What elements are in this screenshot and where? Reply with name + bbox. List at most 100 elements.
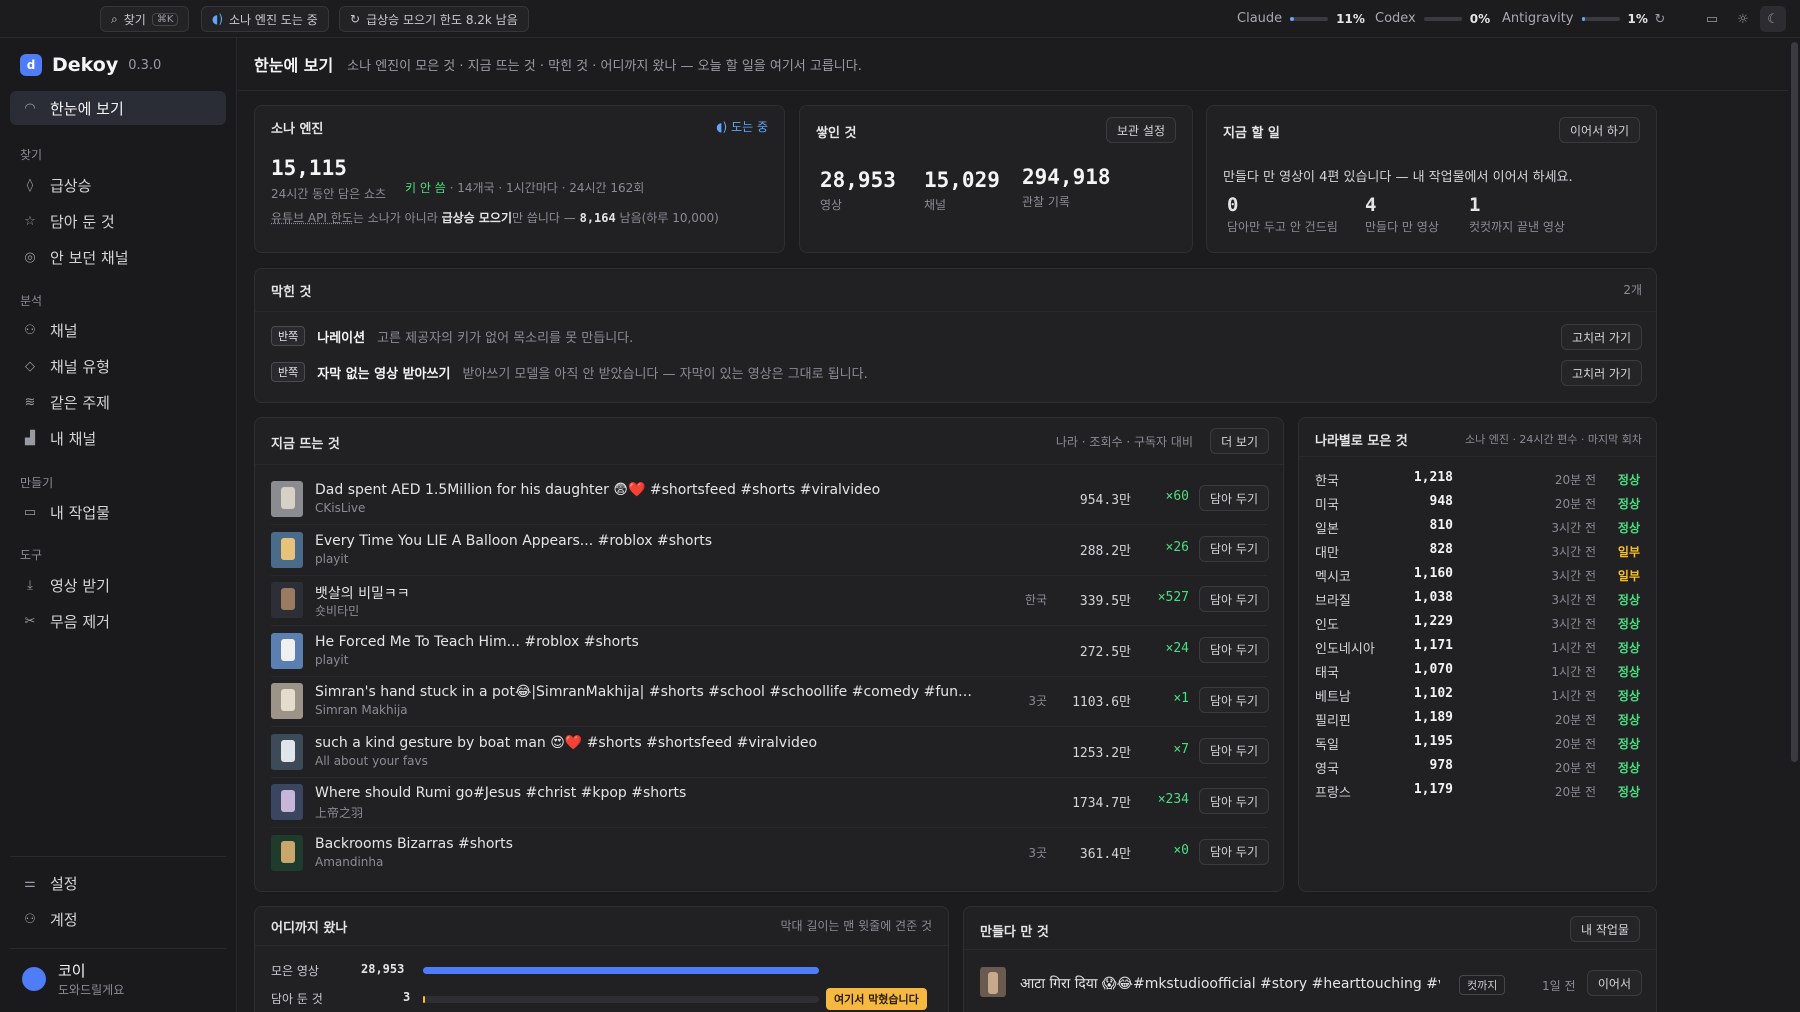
download-icon: ⤓ <box>27 577 33 593</box>
progress-hint: 막대 길이는 맨 윗줄에 견준 것 <box>780 919 932 933</box>
sidebar-item-saved[interactable]: ☆ 담아 둔 것 <box>10 204 226 238</box>
search-shortcut: ⌘K <box>151 12 179 26</box>
refresh-usage-icon[interactable]: ↻ <box>1650 9 1670 29</box>
sonar-status-label: 도는 중 <box>731 120 768 134</box>
wip-card: 만들다 만 것 내 작업물 आटा गिरा दिया 😱😂#mkstudioo… <box>963 906 1657 1012</box>
trending-row[interactable]: 뱃살의 비밀ㅋㅋ 숏비타민 한국 339.5만 ×527 담아 두기 <box>255 575 1283 626</box>
trending-row[interactable]: Every Time You LIE A Balloon Appears... … <box>255 525 1283 576</box>
wip-title[interactable]: आटा गिरा दिया 😱😂#mkstudioofficial #story… <box>1020 974 1440 993</box>
video-channel[interactable]: 숏비타민 <box>315 602 359 619</box>
save-button[interactable]: 담아 두기 <box>1199 838 1269 865</box>
sidebar-item-my-channel[interactable]: ▟ 내 채널 <box>10 421 226 455</box>
blocked-desc: 고른 제공자의 키가 없어 목소리를 못 만듭니다. <box>377 330 634 346</box>
video-thumbnail <box>271 531 303 568</box>
save-button[interactable]: 담아 두기 <box>1199 535 1269 562</box>
video-views: 1734.7만 <box>1072 796 1131 811</box>
trending-row[interactable]: Dad spent AED 1.5Million for his daughte… <box>255 474 1283 525</box>
sidebar-item-home[interactable]: ◠ 한눈에 보기 <box>10 91 226 125</box>
todo-stat-unfinished: 4 만들다 만 영상 <box>1365 194 1439 235</box>
country-status: 정상 <box>1617 689 1640 703</box>
video-channel[interactable]: playit <box>315 653 348 667</box>
more-button[interactable]: 더 보기 <box>1210 428 1269 454</box>
monitor-icon[interactable]: ▭ <box>1702 9 1722 29</box>
scrollbar[interactable] <box>1789 38 1800 1012</box>
sidebar-item-silence-remove[interactable]: ✂ 무음 제거 <box>10 604 226 638</box>
sonar-status[interactable]: ◖) 도는 중 <box>716 118 768 135</box>
video-country: 3곳 <box>1028 845 1047 860</box>
country-count: 828 <box>1429 542 1453 557</box>
country-name: 태국 <box>1315 666 1339 681</box>
country-row: 한국 1,218 20분 전 정상 <box>1299 468 1656 490</box>
video-channel[interactable]: playit <box>315 552 348 566</box>
sidebar-item-account[interactable]: ⚇ 계정 <box>10 902 226 936</box>
trending-row[interactable]: Where should Rumi go#Jesus #christ #kpop… <box>255 777 1283 828</box>
country-ago: 1시간 전 <box>1551 641 1596 655</box>
engine-status-label: 소나 엔진 도는 중 <box>229 12 318 27</box>
country-status: 정상 <box>1617 473 1640 487</box>
stat-channels: 15,029 채널 <box>924 168 1000 213</box>
video-title[interactable]: such a kind gesture by boat man 😍❤️ #sho… <box>315 735 817 751</box>
key-status: 키 안 씀 <box>405 181 446 195</box>
usage-bar <box>1581 16 1620 21</box>
video-title[interactable]: He Forced Me To Teach Him... #roblox #sh… <box>315 634 639 650</box>
search-button[interactable]: ⌕ 찾기 ⌘K <box>100 6 190 32</box>
todo-stat-untouched: 0 담아만 두고 안 건드림 <box>1227 194 1338 235</box>
save-button[interactable]: 담아 두기 <box>1199 687 1269 713</box>
sidebar-item-my-work[interactable]: ▭ 내 작업물 <box>10 495 226 529</box>
sidebar-item-settings[interactable]: ⚌ 설정 <box>10 866 226 900</box>
video-ratio: ×60 <box>1165 489 1189 504</box>
save-button[interactable]: 담아 두기 <box>1199 485 1269 511</box>
video-ratio: ×527 <box>1157 590 1189 605</box>
trending-row[interactable]: He Forced Me To Teach Him... #roblox #sh… <box>255 626 1283 677</box>
thumb-subject <box>281 840 295 863</box>
trending-row[interactable]: such a kind gesture by boat man 😍❤️ #sho… <box>255 727 1283 778</box>
moon-icon[interactable]: ☾ <box>1760 6 1786 32</box>
save-button[interactable]: 담아 두기 <box>1199 586 1269 612</box>
storage-settings-button[interactable]: 보관 설정 <box>1106 117 1176 143</box>
country-name: 독일 <box>1315 738 1339 753</box>
engine-status-button[interactable]: ◖) 소나 엔진 도는 중 <box>201 6 329 32</box>
trending-row[interactable]: Backrooms Bizarras #shorts Amandinha 3곳 361… <box>255 828 1283 878</box>
video-title[interactable]: Where should Rumi go#Jesus #christ #kpop… <box>315 785 686 801</box>
sidebar-item-trending[interactable]: ◊ 급상승 <box>10 168 226 202</box>
user-profile[interactable]: 코이 도와드릴게요 <box>22 960 124 998</box>
progress-track <box>423 967 819 974</box>
stat-videos: 28,953 영상 <box>820 168 896 213</box>
countries-hint: 소나 엔진 · 24시간 편수 · 마지막 회차 <box>1464 433 1642 446</box>
video-title[interactable]: 뱃살의 비밀ㅋㅋ <box>315 583 410 603</box>
video-channel[interactable]: CKisLive <box>315 501 365 515</box>
video-channel[interactable]: All about your favs <box>315 754 428 768</box>
save-button[interactable]: 담아 두기 <box>1199 636 1269 663</box>
sun-icon[interactable]: ☼ <box>1733 9 1753 29</box>
video-title[interactable]: Backrooms Bizarras #shorts <box>315 836 513 852</box>
video-title[interactable]: Dad spent AED 1.5Million for his daughte… <box>315 482 880 498</box>
sidebar-item-download[interactable]: ⤓ 영상 받기 <box>10 568 226 602</box>
video-title[interactable]: Every Time You LIE A Balloon Appears... … <box>315 533 712 549</box>
video-channel[interactable]: 上帝之羽 <box>315 804 363 821</box>
video-title[interactable]: Simran's hand stuck in a pot😂|SimranMakh… <box>315 684 975 700</box>
video-channel[interactable]: Amandinha <box>315 855 383 869</box>
video-thumbnail <box>271 481 303 517</box>
sonar-meta: 키 안 씀 · 14개국 · 1시간마다 · 24시간 162회 <box>405 179 644 196</box>
note-prefix[interactable]: 유튜브 API 한도 <box>271 211 353 225</box>
save-button[interactable]: 담아 두기 <box>1199 788 1269 814</box>
quota-button[interactable]: ↻ 급상승 모으기 한도 8.2k 남음 <box>339 6 529 32</box>
resume-button[interactable]: 이어서 <box>1586 970 1642 996</box>
sidebar-item-channel-types[interactable]: ◇ 채널 유형 <box>10 349 226 383</box>
scrollbar-thumb[interactable] <box>1791 42 1798 762</box>
sidebar-item-same-topic[interactable]: ≋ 같은 주제 <box>10 385 226 419</box>
fix-button[interactable]: 고치러 가기 <box>1560 324 1642 350</box>
sidebar-item-label: 무음 제거 <box>50 612 110 631</box>
country-status: 정상 <box>1617 785 1640 799</box>
save-button[interactable]: 담아 두기 <box>1199 737 1269 764</box>
my-work-button[interactable]: 내 작업물 <box>1570 916 1640 942</box>
sidebar-item-channels[interactable]: ⚇ 채널 <box>10 313 226 347</box>
country-status: 정상 <box>1617 737 1640 751</box>
fix-button[interactable]: 고치러 가기 <box>1560 360 1642 386</box>
sidebar-item-new-channels[interactable]: ◎ 안 보던 채널 <box>10 240 226 274</box>
stat-label: 컷컷까지 끝낸 영상 <box>1469 220 1565 234</box>
trending-row[interactable]: Simran's hand stuck in a pot😂|SimranMakh… <box>255 676 1283 727</box>
continue-button[interactable]: 이어서 하기 <box>1558 117 1640 143</box>
country-ago: 3시간 전 <box>1551 569 1596 583</box>
video-channel[interactable]: Simran Makhija <box>315 703 408 717</box>
